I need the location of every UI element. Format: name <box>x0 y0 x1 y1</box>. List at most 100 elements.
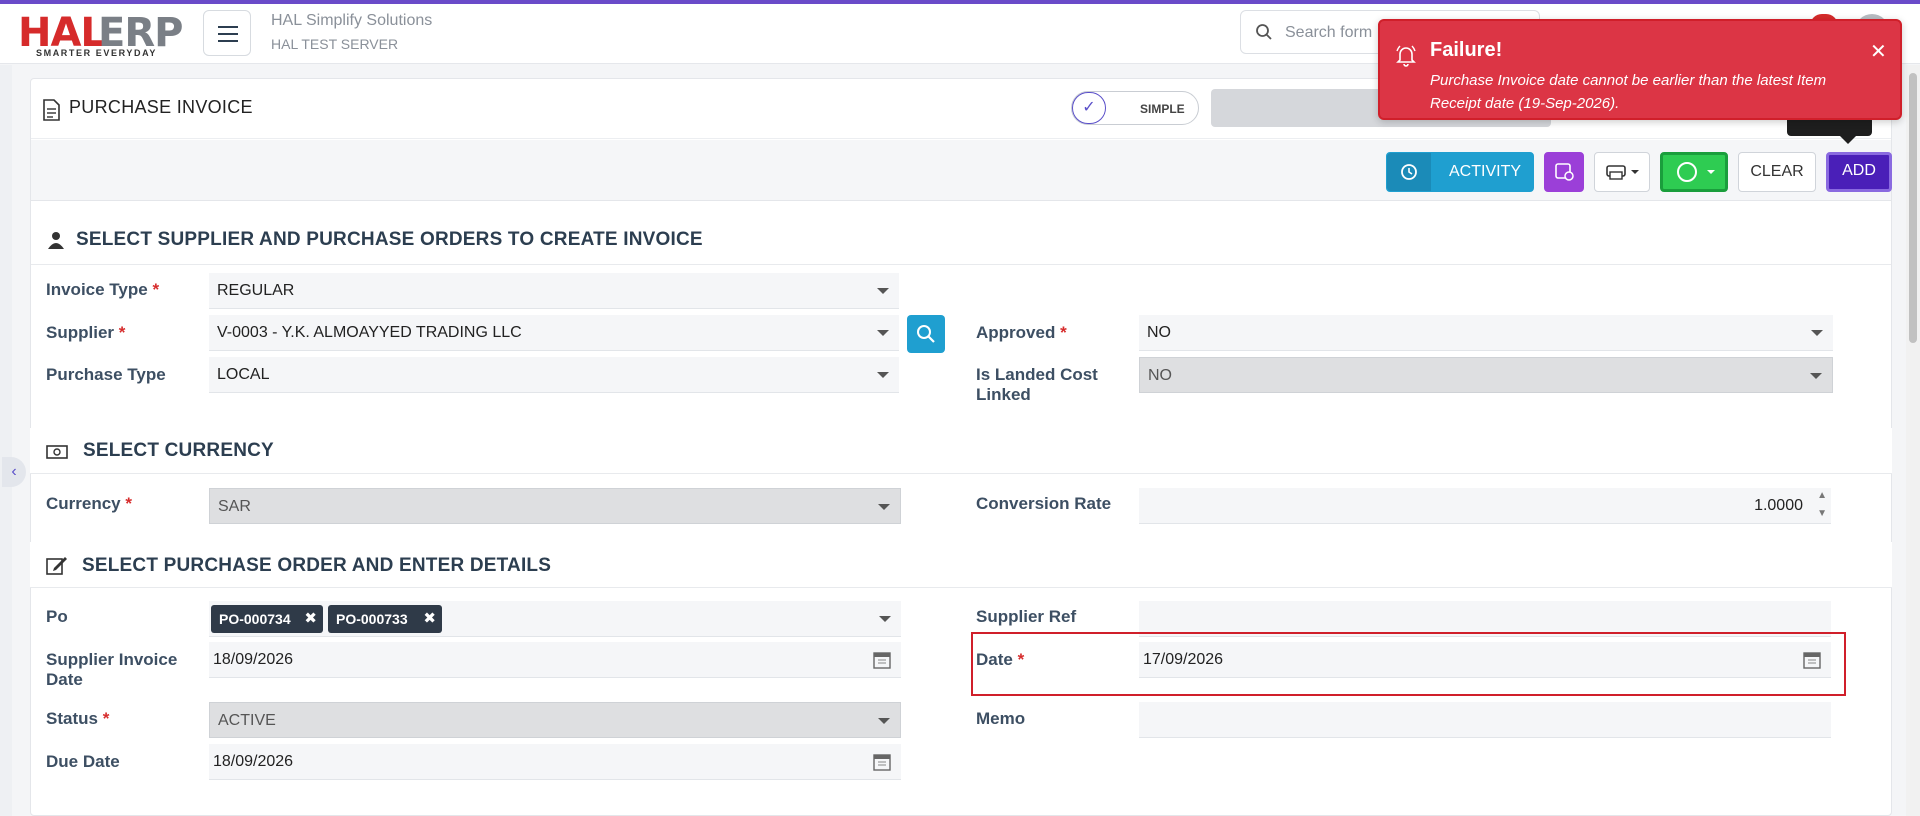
document-icon <box>43 99 60 121</box>
calendar-icon[interactable] <box>873 753 891 771</box>
currency-section-header: SELECT CURRENCY <box>30 428 1892 474</box>
landed-cost-value: NO <box>1148 367 1172 384</box>
whatsapp-icon <box>1677 162 1715 182</box>
due-date-label: Due Date <box>46 752 120 771</box>
search-placeholder: Search form <box>1285 24 1373 41</box>
memo-input[interactable] <box>1139 702 1831 738</box>
chevron-down-icon <box>878 718 890 724</box>
failure-toast: Failure! Purchase Invoice date cannot be… <box>1378 19 1902 120</box>
invoice-type-label: Invoice Type * <box>46 280 160 299</box>
edit-icon <box>46 557 67 575</box>
print-icon <box>1606 165 1639 180</box>
hamburger-line <box>218 26 238 28</box>
supplier-value: V-0003 - Y.K. ALMOAYYED TRADING LLC <box>217 324 522 341</box>
logo-hal: HAL <box>18 10 106 56</box>
supplier-select[interactable]: V-0003 - Y.K. ALMOAYYED TRADING LLC <box>209 315 899 351</box>
landed-cost-select: NO <box>1139 357 1833 393</box>
check-icon: ✓ <box>1072 92 1106 124</box>
purchase-type-value: LOCAL <box>217 366 270 383</box>
hamburger-line <box>218 40 238 42</box>
action-toolbar: ACTIVITY CLEAR ADD <box>31 140 1892 201</box>
supplier-search-button[interactable] <box>907 315 945 353</box>
money-icon <box>46 445 68 459</box>
calendar-icon[interactable] <box>873 651 891 669</box>
search-icon <box>917 325 935 343</box>
toggle-label: SIMPLE <box>1140 102 1185 116</box>
supplier-invoice-date-value: 18/09/2026 <box>213 651 294 668</box>
approved-select[interactable]: NO <box>1139 315 1833 351</box>
spin-up-icon[interactable]: ▲ <box>1817 490 1827 501</box>
chevron-down-icon <box>877 330 889 336</box>
tooltip-pointer <box>1787 120 1872 136</box>
toast-title: Failure! <box>1430 39 1503 61</box>
purchase-type-select[interactable]: LOCAL <box>209 357 899 393</box>
toast-message: Purchase Invoice date cannot be earlier … <box>1430 72 1827 112</box>
preview-icon <box>1555 163 1574 181</box>
chevron-down-icon <box>1810 373 1822 379</box>
app-logo[interactable]: HAL ERP SMARTER EVERYDAY <box>18 10 183 58</box>
logo-tagline: SMARTER EVERYDAY <box>36 48 157 58</box>
whatsapp-button[interactable] <box>1660 152 1728 192</box>
po-section-header: SELECT PURCHASE ORDER AND ENTER DETAILS <box>30 542 1892 588</box>
close-icon[interactable]: ✕ <box>1870 39 1887 64</box>
history-icon <box>1387 153 1431 191</box>
section-title: SELECT PURCHASE ORDER AND ENTER DETAILS <box>82 555 552 576</box>
po-tag[interactable]: PO-000733 ✖ <box>328 605 442 633</box>
clear-button[interactable]: CLEAR <box>1738 152 1816 192</box>
chevron-down-icon <box>1811 330 1823 336</box>
menu-toggle-button[interactable] <box>203 10 251 56</box>
due-date-input[interactable]: 18/09/2026 <box>209 744 901 780</box>
memo-label: Memo <box>976 709 1026 728</box>
company-info: HAL Simplify Solutions HAL TEST SERVER <box>271 12 432 52</box>
po-label: Po <box>46 607 68 626</box>
close-icon[interactable]: ✖ <box>423 605 436 633</box>
purchase-type-label: Purchase Type <box>46 365 166 384</box>
approved-label: Approved * <box>976 323 1067 342</box>
hamburger-line <box>218 33 238 35</box>
left-rail <box>0 65 12 816</box>
supplier-invoice-date-label: Supplier Invoice Date <box>46 650 178 689</box>
chevron-left-icon[interactable]: ‹ <box>2 457 26 487</box>
page-scrollbar[interactable] <box>1906 65 1920 816</box>
supplier-section-header: SELECT SUPPLIER AND PURCHASE ORDERS TO C… <box>31 219 1891 265</box>
date-error-highlight <box>971 632 1846 696</box>
spin-down-icon[interactable]: ▼ <box>1817 508 1827 519</box>
due-date-value: 18/09/2026 <box>213 753 294 770</box>
activity-button[interactable]: ACTIVITY <box>1386 152 1534 192</box>
po-tag[interactable]: PO-000734 ✖ <box>211 605 323 633</box>
print-button[interactable] <box>1594 152 1650 192</box>
conversion-rate-label: Conversion Rate <box>976 494 1112 513</box>
chevron-down-icon <box>879 616 891 622</box>
bell-icon <box>1396 45 1416 67</box>
activity-label: ACTIVITY <box>1449 163 1522 180</box>
page-title: PURCHASE INVOICE <box>69 97 253 117</box>
supplier-invoice-date-input[interactable]: 18/09/2026 <box>209 642 901 678</box>
add-button[interactable]: ADD <box>1826 152 1892 192</box>
invoice-type-select[interactable]: REGULAR <box>209 273 899 309</box>
scrollbar-thumb[interactable] <box>1909 73 1917 343</box>
tooltip-pointer-tip <box>1840 136 1856 144</box>
status-label: Status * <box>46 709 110 728</box>
add-label: ADD <box>1842 162 1876 179</box>
conversion-rate-input[interactable]: 1.0000 ▲ ▼ <box>1139 488 1831 524</box>
search-icon <box>1256 24 1272 40</box>
close-icon[interactable]: ✖ <box>304 605 317 633</box>
company-name: HAL Simplify Solutions <box>271 12 433 29</box>
currency-label: Currency * <box>46 494 132 513</box>
po-multiselect[interactable]: PO-000734 ✖ PO-000733 ✖ <box>209 601 901 637</box>
section-title: SELECT CURRENCY <box>83 440 274 461</box>
status-value: ACTIVE <box>218 712 276 729</box>
invoice-type-value: REGULAR <box>217 282 295 299</box>
simple-mode-toggle[interactable]: ✓ SIMPLE <box>1071 91 1199 125</box>
supplier-ref-label: Supplier Ref <box>976 607 1077 626</box>
currency-select: SAR <box>209 488 901 524</box>
logo-erp: ERP <box>98 10 183 56</box>
user-icon <box>48 232 64 249</box>
chevron-down-icon <box>877 288 889 294</box>
chevron-down-icon <box>877 372 889 378</box>
supplier-label: Supplier * <box>46 323 126 342</box>
landed-cost-label: Is Landed Cost Linked <box>976 365 1098 404</box>
preview-button[interactable] <box>1544 152 1584 192</box>
server-name: HAL TEST SERVER <box>271 36 399 52</box>
currency-value: SAR <box>218 498 251 515</box>
